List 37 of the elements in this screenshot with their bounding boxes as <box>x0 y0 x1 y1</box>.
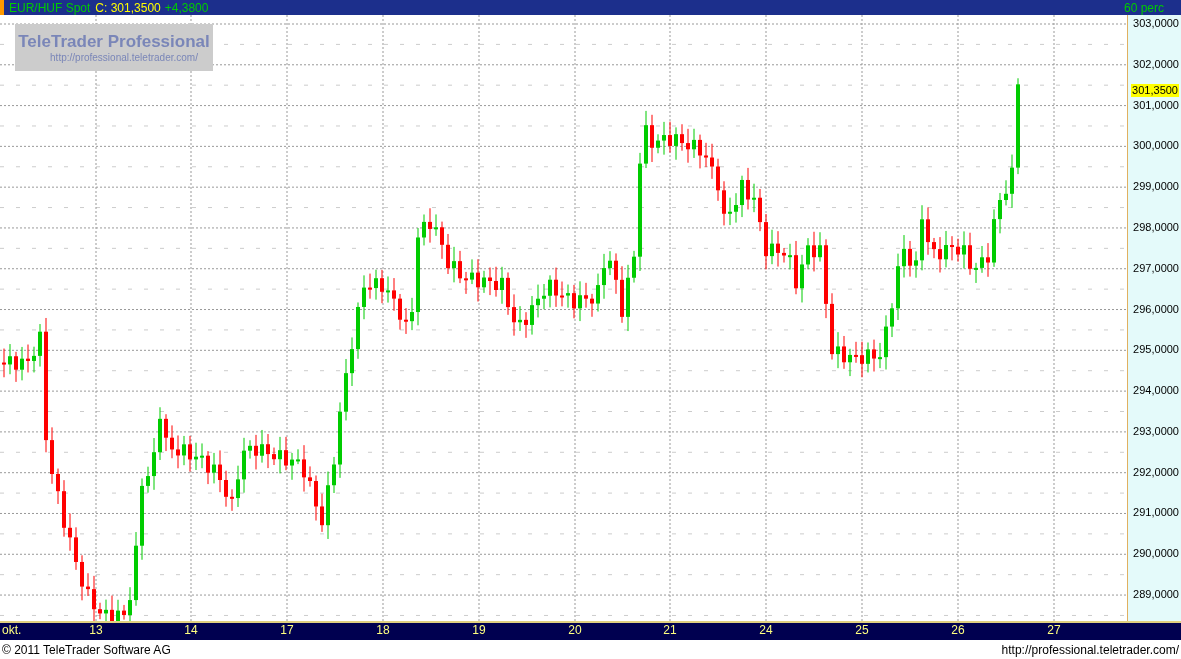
logo-title: TeleTrader Professional <box>18 32 210 50</box>
website-url: http://professional.teletrader.com/ <box>1001 641 1179 659</box>
time-axis-label: 13 <box>89 624 103 636</box>
price-axis-label: 291,0000 <box>1133 507 1179 519</box>
price-axis-label: 295,0000 <box>1133 344 1179 356</box>
change-label: +4,3800 <box>164 1 209 14</box>
time-axis-label: 27 <box>1047 624 1061 636</box>
price-axis-label: 292,0000 <box>1133 466 1179 478</box>
time-axis-label: 19 <box>472 624 486 636</box>
time-axis-label: okt. <box>2 624 22 636</box>
time-axis-label: 25 <box>855 624 869 636</box>
price-axis-label: 299,0000 <box>1133 181 1179 193</box>
time-axis-label: 18 <box>376 624 390 636</box>
price-axis-label: 302,0000 <box>1133 58 1179 70</box>
time-axis-label: 17 <box>280 624 294 636</box>
time-axis-label: 14 <box>184 624 198 636</box>
price-axis-label: 297,0000 <box>1133 262 1179 274</box>
copyright-text: © 2011 TeleTrader Software AG <box>2 641 171 659</box>
price-axis-label: 289,0000 <box>1133 589 1179 601</box>
series-marker <box>0 0 4 15</box>
price-axis-label: 296,0000 <box>1133 303 1179 315</box>
price-axis-label: 294,0000 <box>1133 385 1179 397</box>
time-axis-label: 20 <box>568 624 582 636</box>
time-axis-label: 24 <box>759 624 773 636</box>
current-price-marker: 301,3500 <box>1131 84 1179 98</box>
symbol-label: EUR/HUF Spot <box>9 1 91 14</box>
price-axis-label: 293,0000 <box>1133 425 1179 437</box>
price-axis-label: 303,0000 <box>1133 18 1179 29</box>
price-axis-label: 290,0000 <box>1133 548 1179 560</box>
price-axis-label: 301,0000 <box>1133 99 1179 111</box>
time-axis-label: 21 <box>663 624 677 636</box>
price-axis-label: 298,0000 <box>1133 221 1179 233</box>
interval-label: 60 perc <box>1123 1 1164 14</box>
time-axis-label: 26 <box>951 624 965 636</box>
logo-url: http://professional.teletrader.com/ <box>50 52 198 63</box>
price-axis-label: 300,0000 <box>1133 140 1179 152</box>
close-price-label: C: 301,3500 <box>95 1 161 14</box>
